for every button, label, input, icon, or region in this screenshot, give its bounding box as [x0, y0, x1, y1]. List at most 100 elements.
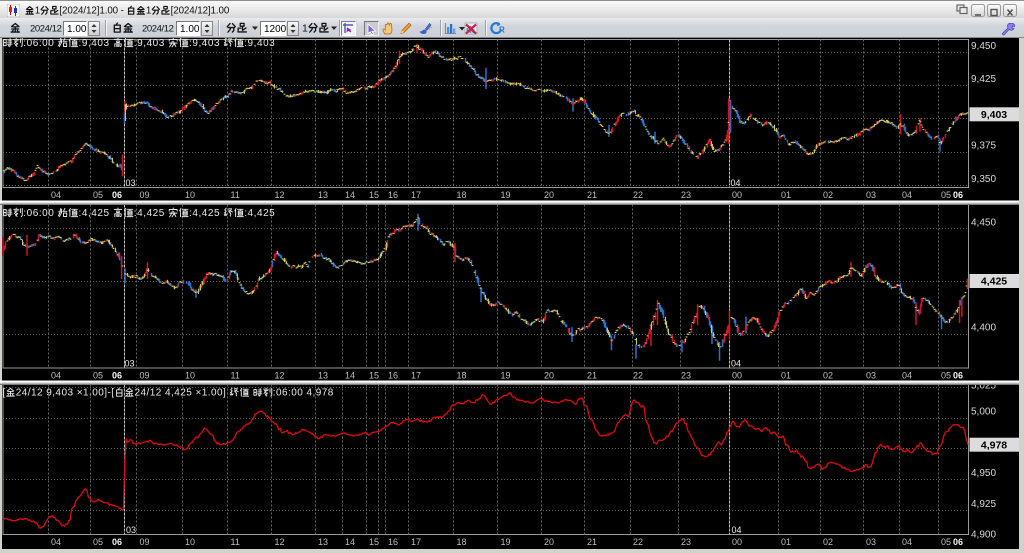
svg-text:4,925: 4,925 — [971, 499, 996, 510]
svg-text:02: 02 — [823, 371, 833, 381]
svg-text:05: 05 — [941, 190, 951, 200]
svg-text:00: 00 — [732, 537, 742, 547]
svg-text::9,403: :9,403 — [79, 38, 110, 49]
svg-text:09: 09 — [140, 190, 150, 200]
svg-text:03: 03 — [866, 190, 876, 200]
svg-text:04: 04 — [731, 359, 741, 369]
svg-text:18: 18 — [457, 190, 467, 200]
svg-text:14: 14 — [345, 537, 355, 547]
svg-text:06: 06 — [112, 190, 122, 200]
svg-text:00: 00 — [732, 371, 742, 381]
svg-text:1: 1 — [35, 6, 40, 17]
svg-text:00: 00 — [732, 190, 742, 200]
svg-text:9,450: 9,450 — [971, 41, 996, 52]
svg-text:13: 13 — [318, 537, 328, 547]
svg-text:9,425: 9,425 — [971, 74, 996, 85]
svg-text:11: 11 — [231, 371, 240, 381]
svg-text:01: 01 — [781, 190, 791, 200]
svg-text:17: 17 — [411, 190, 421, 200]
svg-text:1: 1 — [302, 23, 308, 35]
svg-text:03: 03 — [125, 359, 135, 369]
svg-text:[2024/12]1.00: [2024/12]1.00 — [171, 6, 230, 17]
svg-text:18: 18 — [457, 537, 467, 547]
svg-text::4,425: :4,425 — [244, 208, 275, 219]
svg-text:15: 15 — [369, 190, 379, 200]
svg-text:9,350: 9,350 — [971, 174, 996, 185]
svg-text:16: 16 — [388, 371, 398, 381]
svg-text:20: 20 — [544, 371, 554, 381]
svg-text:14: 14 — [345, 190, 355, 200]
svg-text:18: 18 — [457, 371, 467, 381]
svg-text:01: 01 — [781, 371, 791, 381]
svg-text:12: 12 — [275, 537, 285, 547]
svg-text:03: 03 — [866, 371, 876, 381]
svg-text:20: 20 — [544, 537, 554, 547]
svg-text::06:00: :06:00 — [23, 208, 54, 219]
svg-text::4,425: :4,425 — [79, 208, 110, 219]
svg-text:17: 17 — [411, 537, 421, 547]
svg-text:9,403: 9,403 — [981, 109, 1007, 121]
svg-text:22: 22 — [633, 537, 643, 547]
svg-text:21: 21 — [587, 371, 597, 381]
svg-text:12: 12 — [275, 371, 285, 381]
svg-text:21: 21 — [587, 190, 597, 200]
svg-text:06: 06 — [953, 537, 963, 547]
svg-text:13: 13 — [318, 371, 328, 381]
svg-text::4,425: :4,425 — [189, 208, 220, 219]
svg-text:4,950: 4,950 — [971, 468, 996, 479]
svg-text:09: 09 — [140, 537, 150, 547]
svg-text:23: 23 — [681, 190, 691, 200]
svg-text:23: 23 — [681, 537, 691, 547]
svg-text:19: 19 — [501, 537, 511, 547]
svg-text:03: 03 — [126, 525, 136, 535]
svg-text:15: 15 — [369, 537, 379, 547]
svg-text:9,375: 9,375 — [971, 141, 996, 152]
svg-text:04: 04 — [902, 537, 912, 547]
svg-text:×1.00]: ×1.00] — [196, 388, 227, 399]
svg-text:06: 06 — [112, 537, 122, 547]
svg-text:12: 12 — [275, 190, 285, 200]
svg-text:10: 10 — [185, 190, 195, 200]
svg-text:05: 05 — [93, 537, 103, 547]
svg-text:4,900: 4,900 — [971, 530, 996, 541]
svg-text::06:00: :06:00 — [23, 38, 54, 49]
svg-text:13: 13 — [318, 190, 328, 200]
svg-text:04: 04 — [732, 525, 742, 535]
svg-text:02: 02 — [823, 190, 833, 200]
svg-text:05: 05 — [93, 371, 103, 381]
svg-text:23: 23 — [681, 371, 691, 381]
svg-text:×1.00]-[: ×1.00]-[ — [77, 388, 115, 399]
svg-text:4,425: 4,425 — [981, 276, 1007, 288]
svg-text:04: 04 — [902, 371, 912, 381]
svg-text:02: 02 — [823, 537, 833, 547]
svg-text:[2024/12]1.00 -: [2024/12]1.00 - — [59, 6, 123, 17]
svg-text:2024/12: 2024/12 — [30, 24, 62, 35]
svg-text:03: 03 — [126, 178, 136, 188]
svg-text::9,403: :9,403 — [134, 38, 165, 49]
svg-text:5,000: 5,000 — [971, 407, 996, 418]
svg-text:4,450: 4,450 — [971, 218, 996, 229]
svg-text:06: 06 — [953, 371, 963, 381]
svg-text:03: 03 — [866, 537, 876, 547]
svg-text:04: 04 — [51, 190, 61, 200]
svg-text:05: 05 — [941, 371, 951, 381]
svg-text:01: 01 — [781, 537, 791, 547]
svg-text::9,403: :9,403 — [244, 38, 275, 49]
svg-text::06:00 4,978: :06:00 4,978 — [273, 388, 334, 399]
svg-text:19: 19 — [501, 371, 511, 381]
svg-text:11: 11 — [231, 190, 240, 200]
svg-text:2024/12: 2024/12 — [142, 24, 174, 35]
svg-text:22: 22 — [633, 190, 643, 200]
svg-text:06: 06 — [112, 371, 122, 381]
svg-text:R: R — [499, 26, 505, 35]
svg-text:22: 22 — [633, 371, 643, 381]
svg-text:04: 04 — [51, 371, 61, 381]
svg-text:11: 11 — [231, 537, 240, 547]
svg-text:09: 09 — [140, 371, 150, 381]
svg-text:10: 10 — [185, 371, 195, 381]
svg-text:24/12 4,425: 24/12 4,425 — [135, 388, 193, 399]
svg-text:15: 15 — [369, 371, 379, 381]
svg-text:[: [ — [3, 388, 6, 399]
svg-text:05: 05 — [93, 190, 103, 200]
svg-text:04: 04 — [902, 190, 912, 200]
